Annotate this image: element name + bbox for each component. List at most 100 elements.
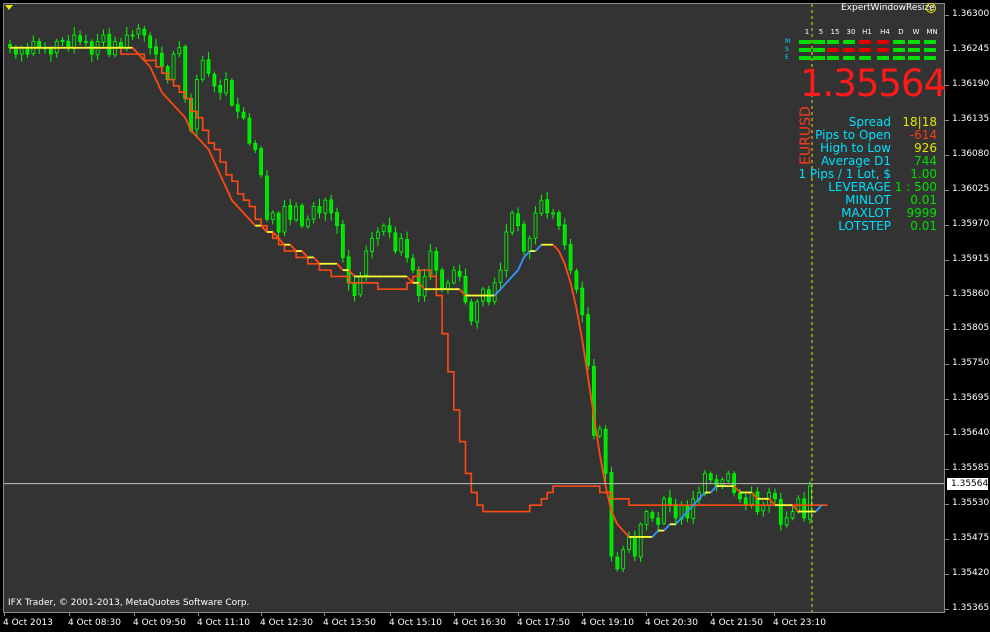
candle bbox=[469, 298, 474, 326]
candle bbox=[557, 210, 561, 231]
trend-indicator-bar bbox=[813, 40, 825, 44]
timeframe-label: 30 bbox=[846, 28, 856, 36]
time-axis-tick bbox=[198, 612, 199, 616]
candle bbox=[615, 552, 620, 572]
bid-price-tag: 1.35564 bbox=[947, 478, 988, 490]
candle bbox=[253, 140, 258, 154]
info-value: 0.01 bbox=[910, 193, 937, 207]
candle bbox=[48, 46, 53, 62]
candle bbox=[551, 208, 555, 219]
info-label: LEVERAGE bbox=[828, 180, 891, 194]
fast-moving-average-segment bbox=[149, 66, 157, 80]
price-axis-label: 1.35750 bbox=[952, 358, 990, 369]
info-label: MINLOT bbox=[845, 193, 891, 207]
price-axis-tick bbox=[945, 504, 949, 506]
candle bbox=[545, 191, 550, 219]
candle bbox=[510, 210, 515, 236]
fast-moving-average-segment bbox=[131, 47, 140, 55]
candle bbox=[358, 271, 363, 298]
candle bbox=[708, 471, 713, 484]
candle bbox=[387, 217, 392, 239]
price-axis-tick bbox=[945, 434, 949, 436]
candle bbox=[224, 72, 228, 96]
time-axis-tick bbox=[324, 612, 325, 616]
time-axis-label: 4 Oct 09:50 bbox=[133, 618, 186, 628]
trend-row-label: E bbox=[785, 54, 789, 61]
candle bbox=[194, 74, 199, 137]
candle bbox=[644, 509, 649, 531]
candle bbox=[568, 238, 573, 275]
trend-indicator-bar bbox=[799, 48, 811, 52]
price-axis-label: 1.35695 bbox=[952, 393, 990, 404]
timeframe-label: H1 bbox=[862, 28, 872, 36]
time-axis-tick bbox=[711, 612, 712, 616]
price-axis-label: 1.35475 bbox=[952, 533, 990, 544]
time-axis-label: 4 Oct 20:30 bbox=[645, 618, 698, 628]
candle bbox=[235, 97, 240, 119]
candle bbox=[475, 299, 480, 329]
fast-moving-average-segment bbox=[616, 523, 624, 532]
mt4-chart-window: ExpertWindowResize 1 5 15 30 H1 H4 D W MN M S E 1.3… bbox=[0, 0, 990, 632]
trend-indicator-bar bbox=[908, 40, 920, 44]
candle bbox=[78, 30, 82, 46]
fast-moving-average-segment bbox=[558, 250, 566, 265]
fast-moving-average-segment bbox=[312, 256, 321, 265]
price-axis-tick bbox=[945, 259, 949, 261]
chart-menu-arrow-icon[interactable] bbox=[5, 5, 13, 10]
fast-moving-average-segment bbox=[190, 129, 198, 138]
symbol-label: EURUSD bbox=[798, 106, 814, 165]
candle bbox=[673, 499, 678, 526]
candle bbox=[329, 194, 334, 221]
candle bbox=[229, 78, 234, 107]
fast-moving-average-segment bbox=[172, 104, 181, 112]
candle bbox=[656, 511, 661, 533]
price-axis-label: 1.35860 bbox=[952, 288, 990, 299]
price-axis-tick bbox=[945, 15, 949, 16]
info-label: Spread bbox=[848, 115, 891, 129]
time-axis-label: 4 Oct 19:10 bbox=[581, 618, 634, 628]
candle bbox=[521, 220, 526, 256]
fast-moving-average-segment bbox=[517, 257, 525, 271]
fast-moving-average-segment bbox=[289, 244, 297, 252]
time-axis-label: 4 Oct 08:30 bbox=[68, 618, 121, 628]
candle bbox=[317, 198, 322, 219]
trend-indicator-bar bbox=[908, 48, 920, 52]
time-axis-label: 4 Oct 2013 bbox=[3, 618, 53, 628]
fast-moving-average-segment bbox=[213, 161, 222, 176]
candle bbox=[527, 235, 532, 260]
fast-moving-average-segment bbox=[663, 523, 671, 532]
trend-indicator-bar bbox=[859, 40, 871, 44]
fast-moving-average-segment bbox=[511, 269, 519, 278]
trend-row-label: S bbox=[785, 46, 789, 53]
candle bbox=[638, 522, 643, 563]
candle bbox=[200, 55, 205, 83]
fast-moving-average-segment bbox=[225, 187, 233, 201]
time-axis-label: 4 Oct 11:10 bbox=[197, 618, 250, 628]
fast-moving-average-segment bbox=[161, 91, 169, 100]
price-axis-label: 1.36080 bbox=[952, 148, 990, 159]
time-axis-label: 4 Oct 23:10 bbox=[773, 618, 826, 628]
fast-moving-average-segment bbox=[552, 244, 560, 252]
candle bbox=[247, 113, 252, 146]
candle bbox=[370, 231, 374, 259]
candle bbox=[335, 207, 339, 234]
fast-moving-average-segment bbox=[523, 250, 531, 259]
price-axis-label: 1.35365 bbox=[952, 603, 990, 613]
time-axis-tick bbox=[4, 612, 5, 616]
info-value: 9999 bbox=[906, 206, 937, 220]
candle bbox=[632, 530, 637, 562]
info-value: 1.00 bbox=[910, 167, 937, 181]
price-axis-tick bbox=[945, 119, 949, 121]
fast-moving-average-segment bbox=[178, 110, 186, 119]
candle bbox=[773, 488, 777, 504]
trend-indicator-bar bbox=[827, 40, 839, 44]
candle bbox=[265, 170, 269, 222]
candle bbox=[393, 226, 398, 255]
candle bbox=[381, 223, 386, 236]
candle bbox=[784, 511, 789, 528]
candle bbox=[504, 224, 509, 278]
fast-moving-average-segment bbox=[155, 79, 163, 93]
expert-window-resize-label[interactable]: ExpertWindowResize bbox=[841, 3, 935, 13]
candle bbox=[323, 197, 328, 221]
time-axis-label: 4 Oct 17:50 bbox=[517, 618, 570, 628]
